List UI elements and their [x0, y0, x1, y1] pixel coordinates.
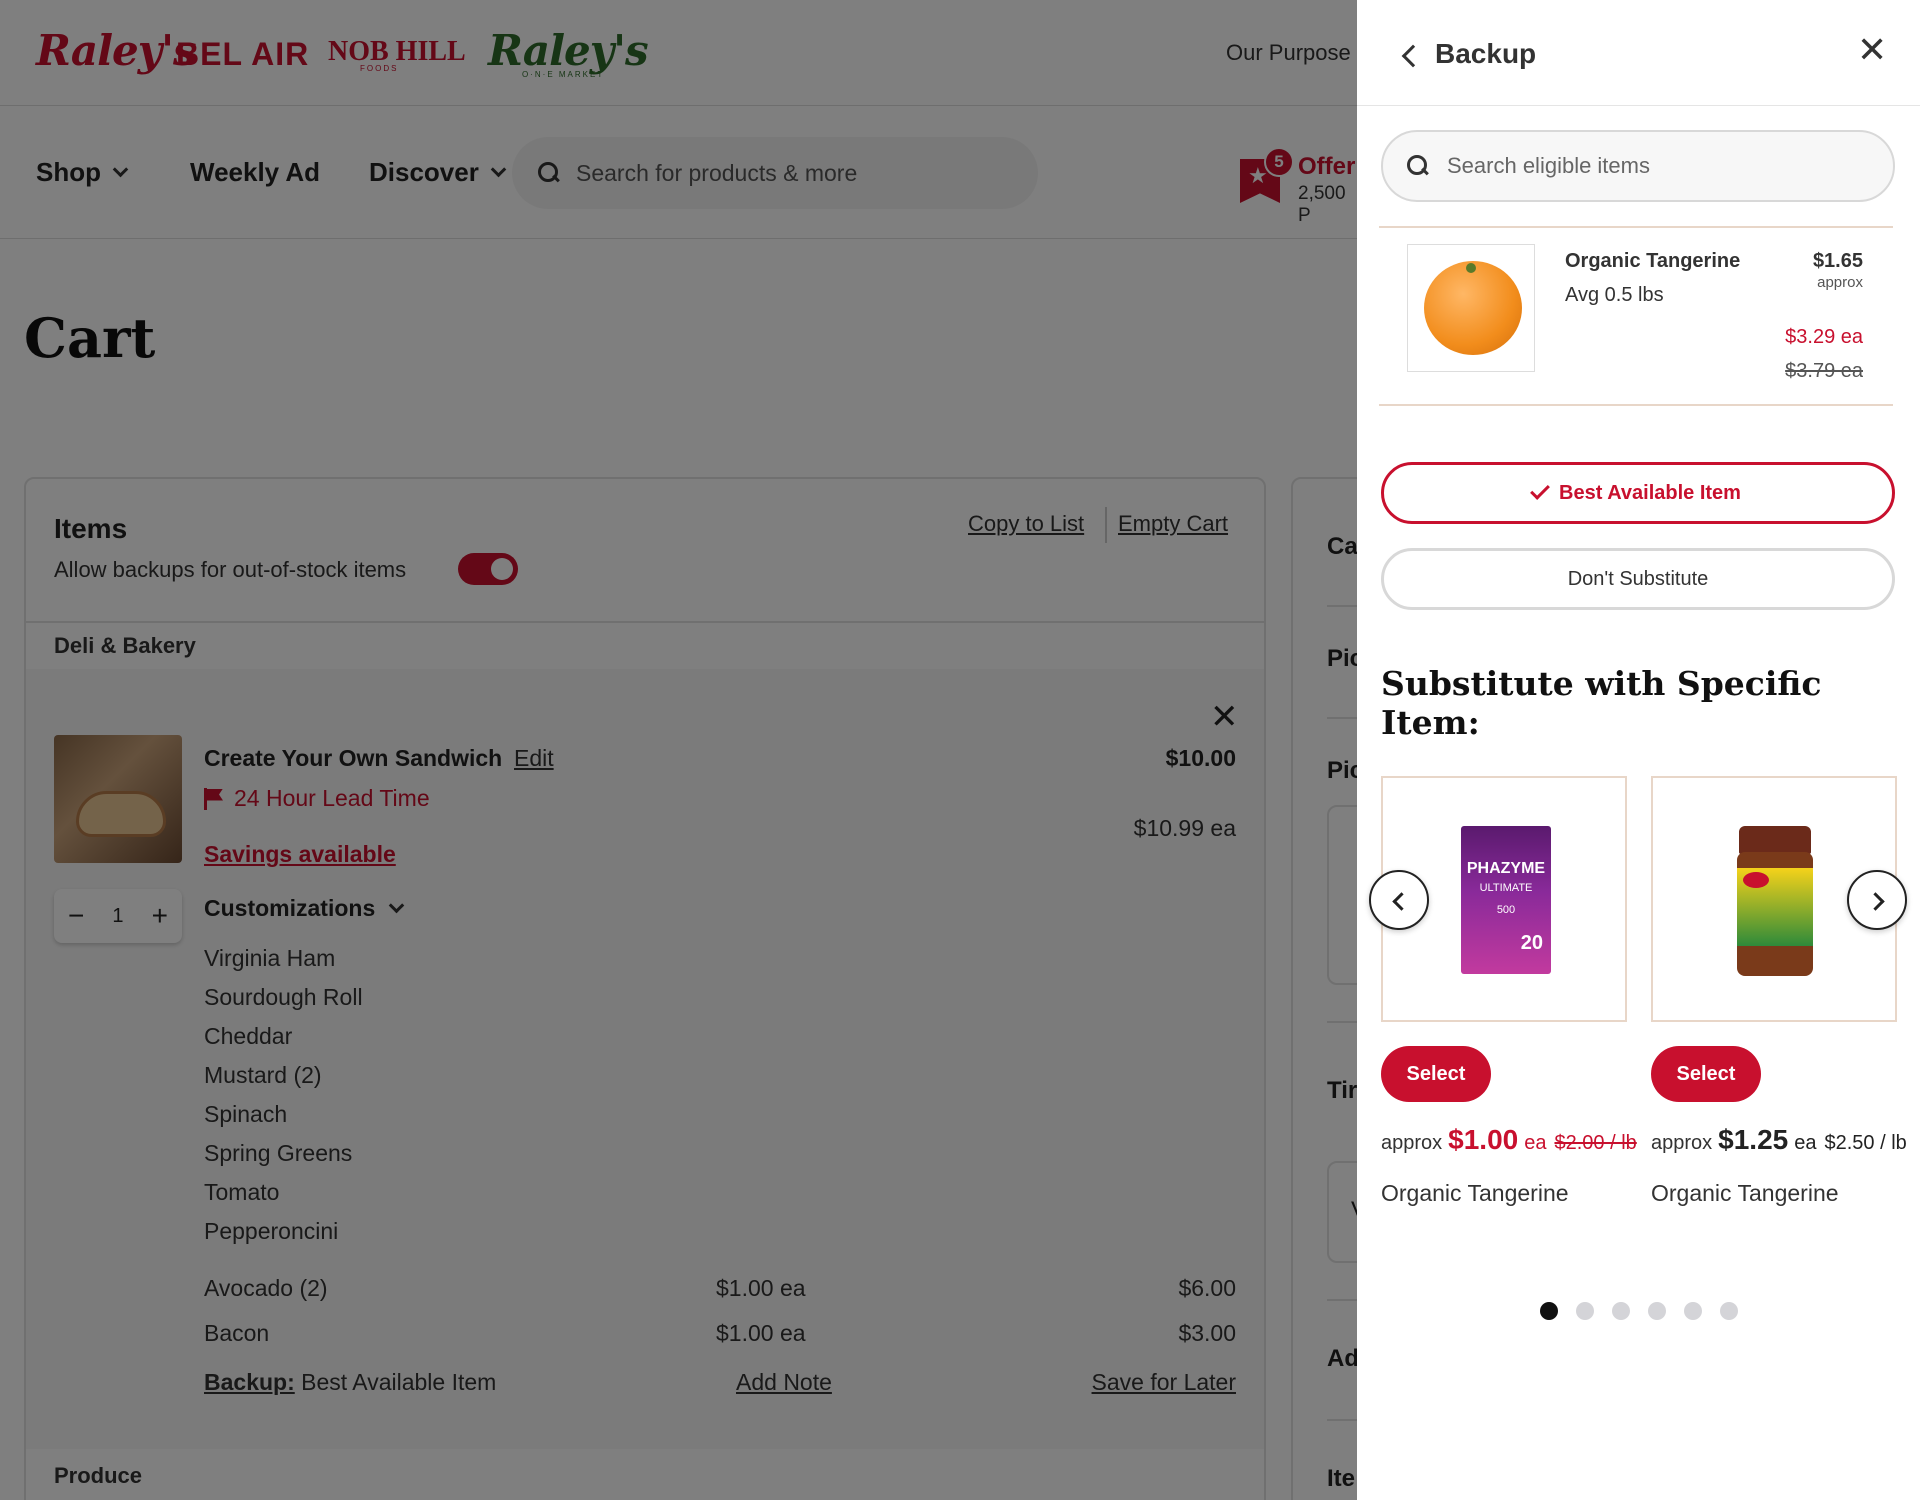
carousel-prev-button[interactable]	[1369, 870, 1429, 930]
carousel-dot[interactable]	[1612, 1302, 1630, 1320]
drawer-title: Backup	[1435, 38, 1537, 69]
tangerine-image	[1407, 244, 1535, 372]
chevron-right-icon	[1866, 892, 1885, 911]
chevron-left-icon	[1392, 892, 1411, 911]
substitute-heading: Substitute with Specific Item:	[1381, 664, 1822, 742]
current-item-weight: Avg 0.5 lbs	[1565, 284, 1664, 306]
dont-substitute-label: Don't Substitute	[1567, 567, 1709, 590]
best-available-label: Best Available Item	[1559, 481, 1741, 504]
carousel-dot[interactable]	[1684, 1302, 1702, 1320]
modal-overlay[interactable]	[0, 0, 1357, 1500]
product-name: Organic Tangerine	[1651, 1180, 1839, 1206]
price-unit: ea	[1794, 1132, 1817, 1154]
back-chevron-icon[interactable]	[1401, 44, 1425, 68]
pack-count: 20	[1520, 932, 1543, 954]
current-item-sale-price: $3.29 ea	[1785, 326, 1863, 348]
product-price-line: approx $1.25 ea $2.50 / lb	[1651, 1124, 1907, 1156]
product-name: Organic Tangerine	[1381, 1180, 1569, 1206]
phazyme-product-image: PHAZYME ULTIMATE 500 20	[1461, 826, 1551, 974]
checkmark-icon	[1530, 480, 1550, 500]
pack-dose: 500	[1496, 904, 1516, 916]
search-icon	[1407, 155, 1429, 177]
carousel-dot[interactable]	[1540, 1302, 1558, 1320]
current-item-card: Organic Tangerine Avg 0.5 lbs $1.65 appr…	[1379, 226, 1893, 406]
best-available-item-button[interactable]: Best Available Item	[1381, 462, 1895, 524]
price-per-lb: $2.00 / lb	[1554, 1132, 1637, 1154]
bouillon-jar-image	[1737, 826, 1813, 976]
product-price: $1.00	[1448, 1124, 1519, 1155]
eligible-items-search-input[interactable]: Search eligible items	[1381, 130, 1895, 202]
carousel-dot[interactable]	[1720, 1302, 1738, 1320]
product-price-line: approx $1.00 ea $2.00 / lb	[1381, 1124, 1637, 1156]
jar-lid	[1739, 826, 1811, 854]
carousel-dot[interactable]	[1576, 1302, 1594, 1320]
carousel-pagination	[1540, 1302, 1738, 1320]
pack-line: ULTIMATE	[1479, 882, 1533, 894]
price-per-lb: $2.50 / lb	[1824, 1132, 1907, 1154]
eligible-search-placeholder: Search eligible items	[1447, 153, 1650, 178]
select-button[interactable]: Select	[1381, 1046, 1491, 1102]
current-item-approx: approx	[1817, 274, 1863, 291]
close-icon[interactable]: ✕	[1857, 32, 1887, 68]
pack-brand: PHAZYME	[1466, 860, 1546, 877]
brand-logo-mark	[1743, 872, 1769, 888]
dont-substitute-button[interactable]: Don't Substitute	[1381, 548, 1895, 610]
tangerine-fruit-graphic	[1424, 261, 1522, 355]
drawer-header: Backup ✕	[1357, 0, 1920, 106]
product-price: $1.25	[1718, 1124, 1789, 1155]
approx-label: approx	[1651, 1132, 1713, 1154]
approx-label: approx	[1381, 1132, 1443, 1154]
current-item-price: $1.65	[1812, 250, 1863, 272]
carousel-next-button[interactable]	[1847, 870, 1907, 930]
carousel-dot[interactable]	[1648, 1302, 1666, 1320]
backup-drawer: Backup ✕ Search eligible items Organic T…	[1357, 0, 1920, 1500]
current-item-regular-price: $3.79 ea	[1785, 360, 1863, 382]
select-button[interactable]: Select	[1651, 1046, 1761, 1102]
current-item-name: Organic Tangerine	[1565, 250, 1741, 272]
price-unit: ea	[1524, 1132, 1547, 1154]
